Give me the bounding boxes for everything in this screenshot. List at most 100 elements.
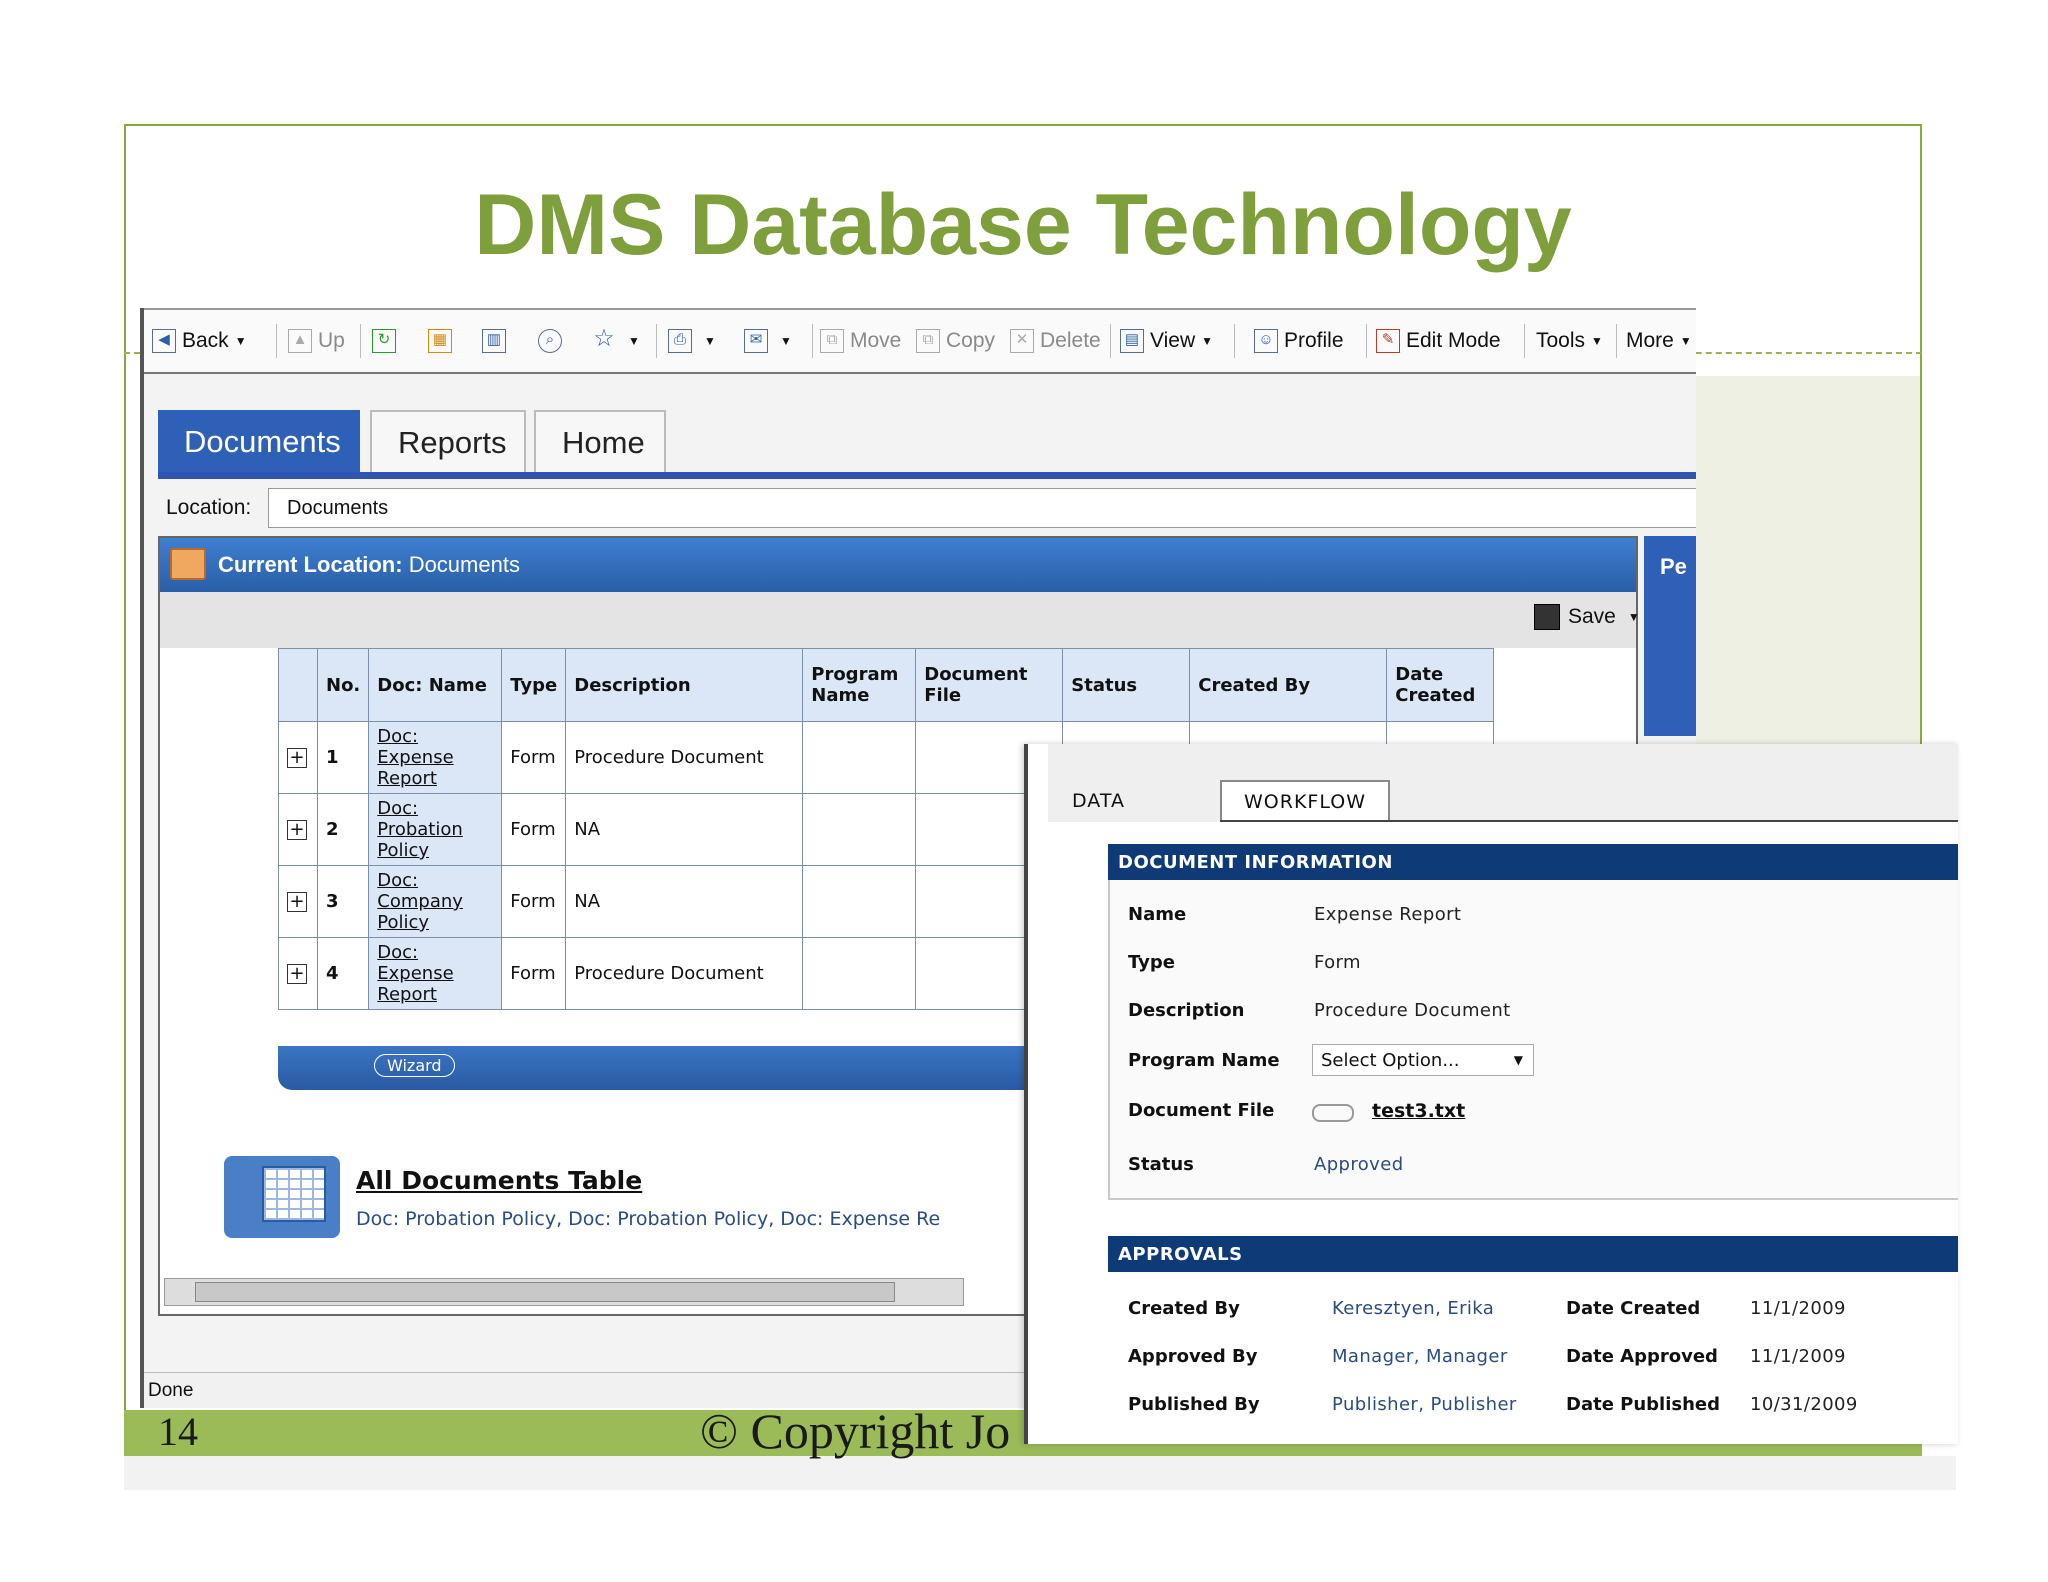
chevron-down-icon: ▼ — [1679, 334, 1692, 348]
description-label: Description — [1128, 1000, 1245, 1021]
expand-icon[interactable]: + — [287, 964, 307, 984]
chevron-down-icon: ▼ — [1591, 334, 1603, 348]
print-icon: ⎙ — [668, 329, 692, 353]
profile-button[interactable]: ☺ Profile — [1254, 324, 1344, 358]
search-button[interactable]: ⌕ — [538, 324, 568, 358]
print-button[interactable]: ⎙ ▼ — [668, 324, 716, 358]
tab-workflow[interactable]: WORKFLOW — [1220, 780, 1390, 822]
approvals-heading: APPROVALS — [1108, 1236, 1958, 1272]
back-arrow-icon: ◀ — [152, 329, 176, 353]
email-button[interactable]: ✉ ▼ — [744, 324, 792, 358]
refresh-button[interactable]: ↻ — [372, 324, 402, 358]
column-header[interactable]: No. — [316, 648, 370, 722]
up-arrow-icon: ▲ — [288, 329, 312, 353]
save-bar — [160, 592, 1636, 648]
current-location-title: Current Location: Documents — [218, 552, 520, 577]
move-button[interactable]: ⧉ Move — [820, 324, 901, 358]
panes-button[interactable]: ▥ — [482, 324, 512, 358]
cell-description: Procedure Document — [565, 721, 804, 794]
tab-reports[interactable]: Reports — [370, 410, 526, 474]
delete-button[interactable]: ✕ Delete — [1010, 324, 1101, 358]
toolbar: ◀ Back ▼ ▲ Up ↻ ▦ ▥ ⌕ ☆ ▼ ⎙ ▼ ✉ ▼ ⧉ Move ⧉ Copy … — [144, 308, 1696, 374]
column-header[interactable]: Program Name — [802, 648, 917, 722]
delete-icon: ✕ — [1010, 329, 1034, 353]
favorites-button[interactable]: ☆ ▼ — [592, 324, 640, 358]
paperclip-icon — [1312, 1104, 1354, 1122]
expand-icon[interactable]: + — [287, 748, 307, 768]
date-published-label: Date Published — [1566, 1394, 1721, 1415]
approved-by-label: Approved By — [1128, 1346, 1258, 1367]
doc-name-link[interactable]: Doc: Expense Report — [377, 726, 453, 789]
edit-mode-button[interactable]: ✎ Edit Mode — [1376, 324, 1501, 358]
column-header[interactable]: Status — [1062, 648, 1191, 722]
back-button[interactable]: ◀ Back ▼ — [152, 324, 247, 358]
expand-icon[interactable]: + — [287, 820, 307, 840]
column-header[interactable]: Doc: Name — [368, 648, 503, 722]
slide-bottom-strip — [124, 1456, 1956, 1490]
location-label: Location: — [166, 496, 252, 519]
location-field[interactable]: Documents — [268, 488, 1696, 528]
document-information-heading: DOCUMENT INFORMATION — [1108, 844, 1958, 880]
column-header[interactable]: Document File — [915, 648, 1064, 722]
profile-icon: ☺ — [1254, 329, 1278, 353]
cell-program — [802, 793, 917, 866]
column-header[interactable]: Created By — [1189, 648, 1388, 722]
more-menu[interactable]: More ▼ — [1626, 324, 1692, 358]
tab-data[interactable]: DATA — [1050, 780, 1147, 822]
cell-type: Form — [501, 793, 567, 866]
side-panel-label: Pe — [1660, 554, 1687, 579]
doc-name-link[interactable]: Doc: Probation Policy — [377, 798, 463, 861]
expand-column-header — [278, 648, 318, 722]
column-header[interactable]: Description — [565, 648, 804, 722]
save-button[interactable]: Save ▼ — [1534, 604, 1640, 630]
cell-no: 1 — [316, 721, 370, 794]
up-button[interactable]: ▲ Up — [288, 324, 345, 358]
copy-button[interactable]: ⧉ Copy — [916, 324, 995, 358]
chevron-down-icon: ▼ — [628, 334, 640, 348]
view-button[interactable]: ▤ View ▼ — [1120, 324, 1213, 358]
document-information-section — [1108, 880, 1958, 1200]
tab-documents[interactable]: Documents — [158, 410, 360, 474]
cell-type: Form — [501, 937, 567, 1010]
chevron-down-icon: ▼ — [234, 334, 247, 348]
wizard-button[interactable]: Wizard — [374, 1054, 455, 1077]
horizontal-scrollbar[interactable] — [164, 1278, 964, 1306]
scrollbar-thumb[interactable] — [195, 1282, 895, 1302]
expand-cell: + — [278, 721, 318, 794]
cell-name: Doc: Expense Report — [368, 721, 503, 794]
all-documents-title[interactable]: All Documents Table — [356, 1166, 642, 1195]
date-approved-label: Date Approved — [1566, 1346, 1718, 1367]
organize-button[interactable]: ▦ — [428, 324, 458, 358]
folder-icon — [170, 548, 206, 580]
chevron-down-icon: ▼ — [704, 334, 716, 348]
tools-menu[interactable]: Tools ▼ — [1536, 324, 1603, 358]
column-header[interactable]: Date Created — [1386, 648, 1495, 722]
cell-name: Doc: Expense Report — [368, 937, 503, 1010]
doc-name-link[interactable]: Doc: Company Policy — [377, 870, 463, 933]
cell-name: Doc: Company Policy — [368, 865, 503, 938]
cell-no: 2 — [316, 793, 370, 866]
doc-name-link[interactable]: Doc: Expense Report — [377, 942, 453, 1005]
move-icon: ⧉ — [820, 329, 844, 353]
date-published-value: 10/31/2009 — [1750, 1394, 1858, 1415]
program-name-select[interactable]: Select Option... ▼ — [1312, 1044, 1534, 1076]
date-created-label: Date Created — [1566, 1298, 1701, 1319]
star-icon: ☆ — [593, 325, 615, 352]
chevron-down-icon: ▼ — [780, 334, 792, 348]
save-icon — [1534, 604, 1560, 630]
document-file-link[interactable]: test3.txt — [1372, 1100, 1465, 1122]
chevron-down-icon: ▼ — [1201, 334, 1214, 348]
tab-home[interactable]: Home — [534, 410, 666, 474]
expand-cell: + — [278, 793, 318, 866]
slide-title: DMS Database Technology — [474, 177, 1572, 273]
cell-type: Form — [501, 721, 567, 794]
cell-program — [802, 865, 917, 938]
published-by-value: Publisher, Publisher — [1332, 1394, 1517, 1415]
cell-type: Form — [501, 865, 567, 938]
column-header[interactable]: Type — [501, 648, 567, 722]
expand-icon[interactable]: + — [287, 892, 307, 912]
refresh-icon: ↻ — [372, 329, 396, 353]
panes-icon: ▥ — [482, 329, 506, 353]
view-icon: ▤ — [1120, 329, 1144, 353]
current-location-header: Current Location: Documents — [160, 538, 1636, 592]
